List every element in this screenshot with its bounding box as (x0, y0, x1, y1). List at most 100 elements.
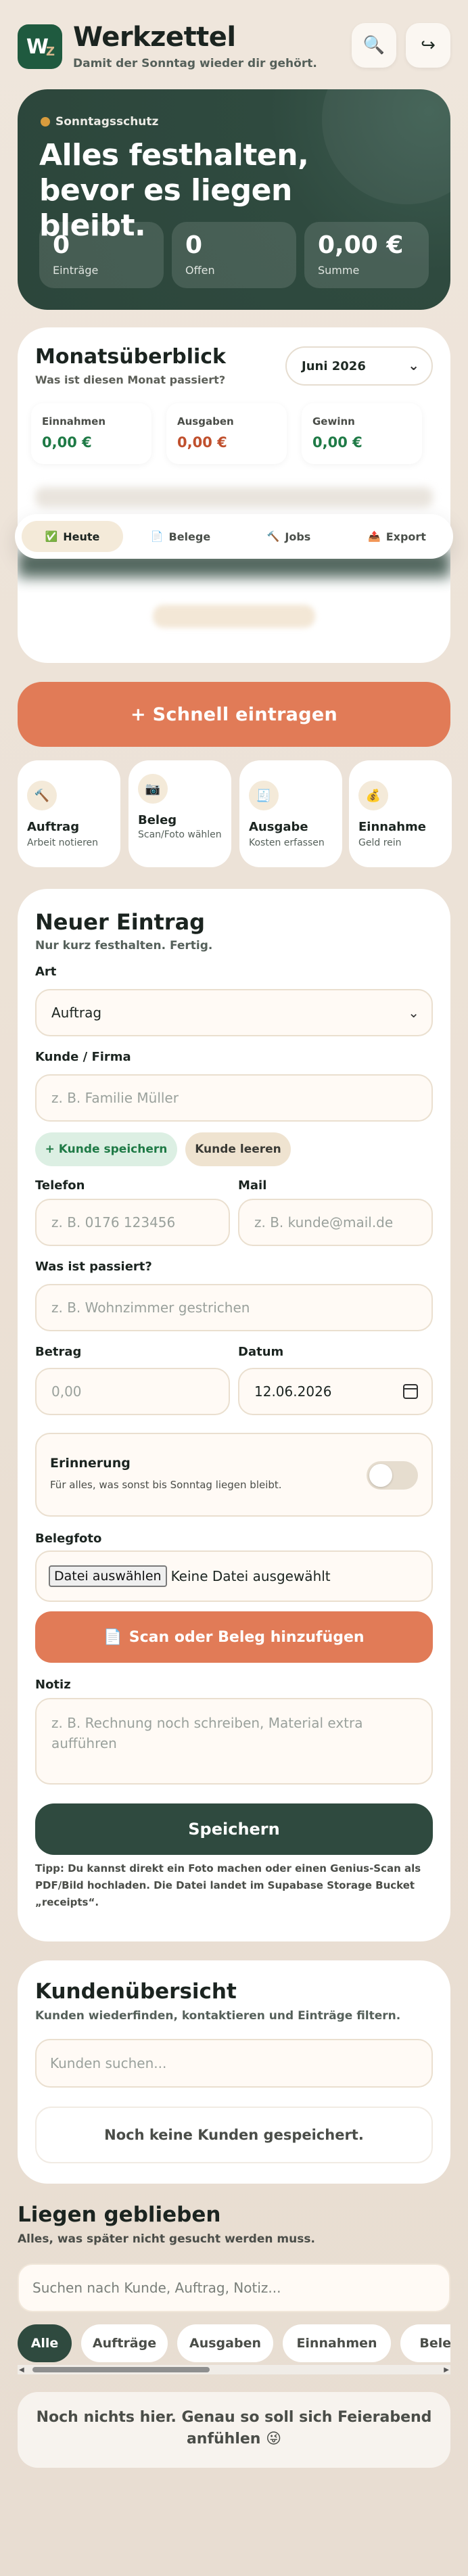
pending-title: Liegen geblieben (18, 2203, 221, 2227)
filter-all[interactable]: Alle (18, 2324, 72, 2362)
month-title: Monatsüberblick (35, 345, 227, 369)
tile-job[interactable]: 🔨 Auftrag Arbeit notieren (18, 760, 120, 867)
scroll-right-icon[interactable]: ▶ (444, 2366, 449, 2374)
document-icon: 📄 (103, 1628, 122, 1646)
toggle-knob (369, 1464, 392, 1487)
clear-customer-button[interactable]: Kunde leeren (185, 1132, 291, 1166)
date-label: Datum (238, 1345, 284, 1359)
camera-icon: 📷 (138, 774, 168, 804)
customer-search-input[interactable]: Kunden suchen... (35, 2039, 433, 2088)
hero-card: Sonntagsschutz Alles festhalten, bevor e… (18, 89, 450, 310)
what-label: Was ist passiert? (35, 1260, 152, 1274)
stat-open: 0 Offen (172, 222, 296, 288)
reminder-toggle[interactable] (367, 1461, 418, 1490)
customer-label: Kunde / Firma (35, 1050, 131, 1064)
hero-tag: Sonntagsschutz (41, 115, 158, 129)
phone-input[interactable]: z. B. 0176 123456 (35, 1199, 230, 1246)
photo-file-input: Datei auswählen Keine Datei ausgewählt (35, 1550, 433, 1602)
hammer-icon: 🔨 (27, 781, 57, 810)
form-title: Neuer Eintrag (35, 909, 206, 935)
note-textarea[interactable]: z. B. Rechnung noch schreiben, Material … (35, 1698, 433, 1785)
receipt-icon: 🧾 (249, 781, 279, 810)
income-card: Einnahmen 0,00 € (31, 403, 151, 464)
save-customer-button[interactable]: + Kunde speichern (35, 1132, 177, 1166)
income-value: 0,00 € (42, 434, 92, 451)
scan-receipt-button[interactable]: 📄 Scan oder Beleg hinzufügen (35, 1611, 433, 1663)
customers-title: Kundenübersicht (35, 1979, 237, 2004)
customer-overview-card: Kundenübersicht Kunden wiederfinden, kon… (18, 1960, 450, 2184)
filter-receipts[interactable]: Belege (400, 2324, 450, 2362)
chevron-down-icon: ⌄ (408, 357, 419, 373)
hammer-icon: 🔨 (266, 530, 280, 543)
file-choose-button[interactable]: Datei auswählen (49, 1565, 167, 1587)
reminder-subtitle: Für alles, was sonst bis Sonntag liegen … (50, 1479, 282, 1491)
search-icon: 🔍 (362, 35, 385, 55)
month-overview-card: Monatsüberblick Was ist diesen Monat pas… (18, 327, 450, 663)
tile-expense[interactable]: 🧾 Ausgabe Kosten erfassen (239, 760, 342, 867)
customers-empty-state: Noch keine Kunden gespeichert. (35, 2107, 433, 2163)
receipt-icon: 📄 (150, 530, 164, 543)
mail-label: Mail (238, 1178, 267, 1193)
reminder-title: Erinnerung (50, 1456, 131, 1471)
filter-chips: Alle Aufträge Ausgaben Einnahmen Belege (18, 2324, 450, 2362)
reminder-row: Erinnerung Für alles, was sonst bis Sonn… (35, 1433, 433, 1517)
stat-sum: 0,00 € Summe (304, 222, 429, 288)
tile-receipt[interactable]: 📷 Beleg Scan/Foto wählen (128, 760, 231, 867)
amount-input[interactable]: 0,00 (35, 1368, 230, 1415)
profit-card: Gewinn 0,00 € (302, 403, 422, 464)
profit-value: 0,00 € (312, 434, 362, 451)
horizontal-scrollbar[interactable]: ◀ ▶ (18, 2365, 450, 2374)
month-subtitle: Was ist diesen Monat passiert? (35, 373, 226, 386)
expenses-card: Ausgaben 0,00 € (166, 403, 287, 464)
nav-export[interactable]: 📤 Export (346, 521, 448, 552)
scroll-left-icon[interactable]: ◀ (19, 2366, 24, 2374)
photo-label: Belegfoto (35, 1532, 102, 1546)
pending-search-input[interactable]: Suchen nach Kunde, Auftrag, Notiz... (18, 2263, 450, 2312)
month-select[interactable]: Juni 2026 ⌄ (285, 346, 433, 386)
chevron-down-icon: ⌄ (408, 1005, 419, 1021)
phone-label: Telefon (35, 1178, 85, 1193)
nav-receipts[interactable]: 📄 Belege (130, 521, 231, 552)
quick-entry-button[interactable]: + Schnell eintragen (18, 682, 450, 747)
calendar-icon[interactable] (403, 1384, 418, 1399)
type-label: Art (35, 965, 57, 979)
filter-jobs[interactable]: Aufträge (81, 2324, 168, 2362)
type-select[interactable]: Auftrag ⌄ (35, 989, 433, 1036)
customer-input[interactable]: z. B. Familie Müller (35, 1074, 433, 1122)
customers-subtitle: Kunden wiederfinden, kontaktieren und Ei… (35, 2009, 401, 2023)
app-title: Werkzettel (73, 22, 236, 53)
logout-button[interactable]: ↪ (406, 23, 450, 68)
logout-icon: ↪ (421, 35, 436, 55)
pending-empty-state: Noch nichts hier. Genau so soll sich Fei… (18, 2392, 450, 2468)
check-icon: ✅ (45, 530, 58, 543)
filter-income[interactable]: Einnahmen (283, 2324, 391, 2362)
nav-today[interactable]: ✅ Heute (22, 521, 123, 552)
file-status: Keine Datei ausgewählt (170, 1568, 331, 1584)
blurred-content (153, 605, 315, 628)
upload-tip: Tipp: Du kannst direkt ein Foto machen o… (35, 1862, 421, 1908)
form-subtitle: Nur kurz festhalten. Fertig. (35, 939, 213, 952)
what-input[interactable]: z. B. Wohnzimmer gestrichen (35, 1284, 433, 1331)
amount-label: Betrag (35, 1345, 82, 1359)
date-input[interactable]: 12.06.2026 (238, 1368, 433, 1415)
nav-jobs[interactable]: 🔨 Jobs (238, 521, 340, 552)
bottom-nav: ✅ Heute 📄 Belege 🔨 Jobs 📤 Export (15, 514, 453, 559)
header: WZ Werkzettel Damit der Sonntag wieder d… (18, 19, 450, 73)
pending-subtitle: Alles, was später nicht gesucht werden m… (18, 2232, 315, 2246)
app-subtitle: Damit der Sonntag wieder dir gehört. (73, 57, 317, 70)
expenses-value: 0,00 € (177, 434, 227, 451)
stat-entries: 0 Einträge (39, 222, 164, 288)
save-button[interactable]: Speichern (35, 1803, 433, 1855)
dot-icon (41, 117, 50, 127)
scrollbar-thumb[interactable] (32, 2367, 210, 2372)
filter-expenses[interactable]: Ausgaben (177, 2324, 273, 2362)
app-logo: WZ (18, 24, 62, 69)
mail-input[interactable]: z. B. kunde@mail.de (238, 1199, 433, 1246)
tile-income[interactable]: 💰 Einnahme Geld rein (349, 760, 452, 867)
money-bag-icon: 💰 (358, 781, 388, 810)
note-label: Notiz (35, 1678, 71, 1692)
search-button[interactable]: 🔍 (352, 23, 396, 68)
new-entry-form: Neuer Eintrag Nur kurz festhalten. Ferti… (18, 889, 450, 1941)
blurred-content (35, 487, 433, 507)
export-icon: 📤 (368, 530, 381, 543)
